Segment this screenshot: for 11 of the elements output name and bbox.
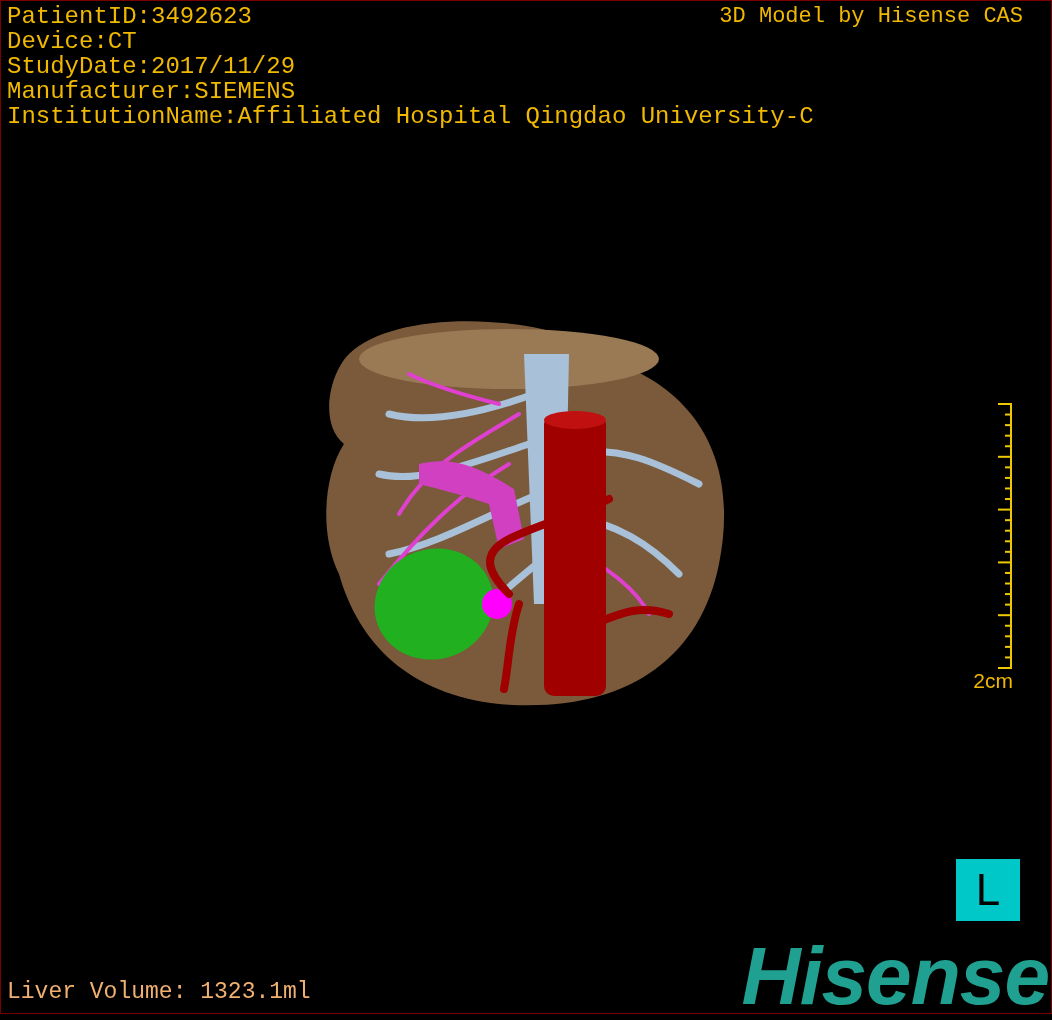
orientation-marker: L [956, 859, 1020, 921]
study-info-line: StudyDate:2017/11/29 [7, 54, 296, 79]
scale-label: 2cm [973, 669, 1013, 693]
study-info-line: Manufacturer:SIEMENS [7, 79, 296, 104]
study-info-line: InstitutionName:Affiliated Hospital Qingdao University-C [7, 104, 814, 129]
study-info-line: PatientID:3492623 [7, 4, 252, 29]
logo: Hisense [741, 939, 1049, 1013]
model-credit: 3D Model by Hisense CAS [719, 4, 1023, 29]
liver-volume: Liver Volume: 1323.1ml [7, 979, 311, 1005]
ruler-icon [997, 403, 1013, 669]
study-info-line: Device:CT [7, 29, 137, 54]
